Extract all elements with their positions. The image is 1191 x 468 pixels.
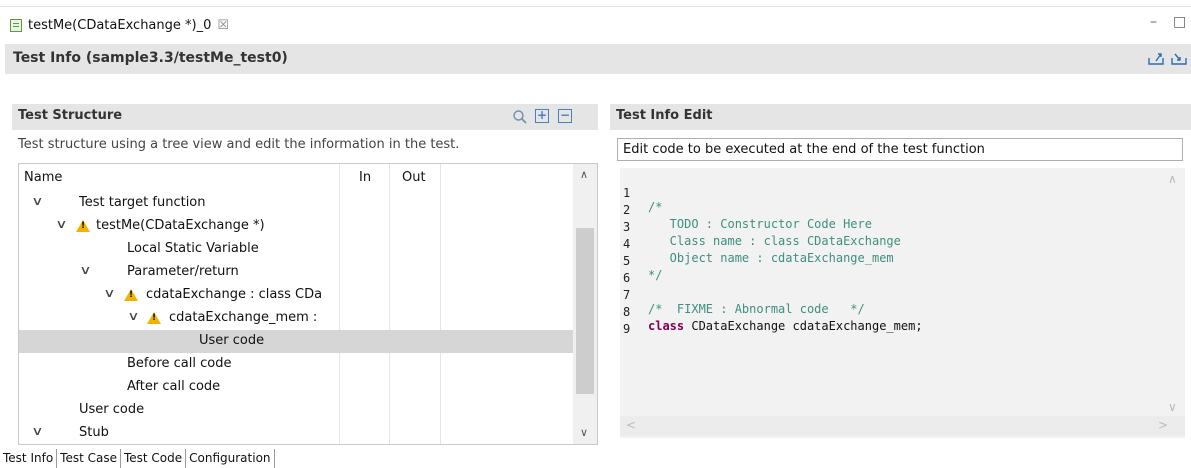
column-header-out[interactable]: Out [402, 170, 426, 185]
tree-row-label: Before call code [127, 356, 232, 371]
chevron-down-icon[interactable]: ∨ [31, 194, 43, 208]
test-structure-title: Test Structure [18, 108, 123, 123]
tree-row-user-code[interactable]: User code [19, 399, 573, 422]
collapse-all-icon[interactable]: − [558, 109, 572, 123]
minimize-icon[interactable]: – [1150, 14, 1157, 30]
tree-row-stub[interactable]: ∨ Stub [19, 422, 573, 444]
chevron-down-icon[interactable]: ∨ [127, 309, 139, 323]
code-text: /* FIXME : Abnormal code */ [648, 302, 865, 316]
scroll-left-icon[interactable]: < [626, 418, 636, 432]
editor-tab[interactable]: testMe(CDataExchange *)_0 ☒ [0, 7, 232, 44]
tree-row-label: cdataExchange : class CDa [146, 287, 323, 302]
tree-row-label: After call code [127, 379, 221, 394]
editor-tab-label: testMe(CDataExchange *)_0 [28, 18, 212, 33]
tree-header: Name In Out [19, 164, 573, 192]
code-keyword: class [648, 319, 685, 333]
tree-row-local-static-variable[interactable]: Local Static Variable [19, 238, 573, 261]
chevron-down-icon[interactable]: ∨ [79, 263, 91, 277]
tree-row-label: User code [199, 333, 265, 348]
scroll-down-icon[interactable]: ∨ [1168, 400, 1177, 414]
tree-row-label: User code [79, 402, 145, 417]
warning-icon [124, 289, 138, 301]
code-line: 4 Object name : cdataExchange_mem [620, 223, 894, 265]
code-text: class CDataExchange cdataExchange_mem; [648, 319, 923, 333]
tab-test-info[interactable]: Test Info [0, 449, 58, 468]
tree-row-label: Parameter/return [127, 264, 239, 279]
code-line: 3 Class name : class CDataExchange [620, 206, 901, 248]
code-line: 1 /* [620, 172, 662, 214]
tree-row-before-call-code[interactable]: Before call code [19, 353, 573, 376]
chevron-down-icon[interactable]: ∨ [31, 424, 43, 438]
chevron-down-icon[interactable]: ∨ [103, 286, 115, 300]
tree-row-label: Test target function [79, 195, 206, 210]
search-icon[interactable] [512, 109, 527, 124]
editor-tab-bar: testMe(CDataExchange *)_0 ☒ – □ [0, 0, 1191, 44]
code-horizontal-scrollbar[interactable]: < > [620, 416, 1185, 436]
test-structure-header: Test Structure + − [12, 104, 598, 130]
export-icon[interactable] [1148, 51, 1164, 65]
close-icon[interactable]: ☒ [217, 18, 229, 33]
tab-configuration[interactable]: Configuration [186, 449, 275, 468]
column-header-in[interactable]: In [359, 170, 371, 185]
code-line: 6 [620, 257, 649, 285]
tree-row-after-call-code[interactable]: After call code [19, 376, 573, 399]
tree-row-cdataexchange-mem[interactable]: ∨ cdataExchange_mem : [19, 307, 573, 330]
scroll-up-icon[interactable]: ∧ [580, 168, 588, 181]
tree-row-test-target-function[interactable]: ∨ Test target function [19, 192, 573, 215]
file-icon [10, 19, 22, 32]
bottom-tab-bar: Test Info Test Case Test Code Configurat… [0, 449, 275, 468]
warning-icon [76, 220, 90, 232]
code-line: 2 TODO : Constructor Code Here [620, 189, 872, 231]
code-statement: CDataExchange cdataExchange_mem; [684, 319, 923, 333]
tab-test-case[interactable]: Test Case [57, 449, 121, 468]
test-info-edit-title: Test Info Edit [616, 108, 713, 123]
code-line: 9 [620, 308, 649, 336]
code-text: TODO : Constructor Code Here [648, 217, 872, 231]
expand-all-icon[interactable]: + [535, 109, 549, 123]
tree-row-label: Stub [79, 425, 109, 440]
import-icon[interactable] [1171, 51, 1187, 65]
code-text: Object name : cdataExchange_mem [648, 251, 894, 265]
page-title: Test Info (sample3.3/testMe_test0) [13, 50, 288, 66]
tree-row-testme[interactable]: ∨ testMe(CDataExchange *) [19, 215, 573, 238]
tree-row-cdataexchange[interactable]: ∨ cdataExchange : class CDa [19, 284, 573, 307]
code-line: 7 /* FIXME : Abnormal code */ [620, 274, 865, 316]
tree-row-user-code-selected[interactable]: User code [19, 330, 573, 353]
warning-icon [147, 312, 161, 324]
test-structure-description: Test structure using a tree view and edi… [18, 137, 460, 152]
tree-scrollbar[interactable]: ∧ ∨ [573, 164, 597, 444]
code-text: /* [648, 200, 663, 214]
column-header-name[interactable]: Name [24, 170, 62, 185]
code-editor[interactable]: 1 /* 2 TODO : Constructor Code Here 3 Cl… [620, 168, 1185, 438]
scrollbar-thumb[interactable] [576, 228, 594, 394]
maximize-icon[interactable]: □ [1173, 14, 1186, 30]
scroll-right-icon[interactable]: > [1158, 418, 1168, 432]
tree-row-label: testMe(CDataExchange *) [96, 218, 265, 233]
test-structure-tree[interactable]: Name In Out ∨ Test target function ∨ tes… [18, 163, 598, 445]
tab-test-code[interactable]: Test Code [120, 449, 187, 468]
scroll-up-icon[interactable]: ∧ [1168, 172, 1177, 186]
tree-row-parameter-return[interactable]: ∨ Parameter/return [19, 261, 573, 284]
test-info-header: Test Info (sample3.3/testMe_test0) [5, 44, 1191, 74]
chevron-down-icon[interactable]: ∨ [55, 217, 67, 231]
tree-row-label: cdataExchange_mem : [169, 310, 318, 325]
code-line: 8 class CDataExchange cdataExchange_mem; [620, 291, 923, 333]
tree-row-label: Local Static Variable [127, 241, 259, 256]
code-line: 5 */ [620, 240, 662, 282]
code-text: Class name : class CDataExchange [648, 234, 901, 248]
test-info-edit-header: Test Info Edit [610, 104, 1191, 130]
edit-description-field[interactable]: Edit code to be executed at the end of t… [617, 138, 1183, 161]
scroll-down-icon[interactable]: ∨ [580, 426, 588, 439]
code-text: */ [648, 268, 663, 282]
line-number: 9 [623, 322, 631, 336]
